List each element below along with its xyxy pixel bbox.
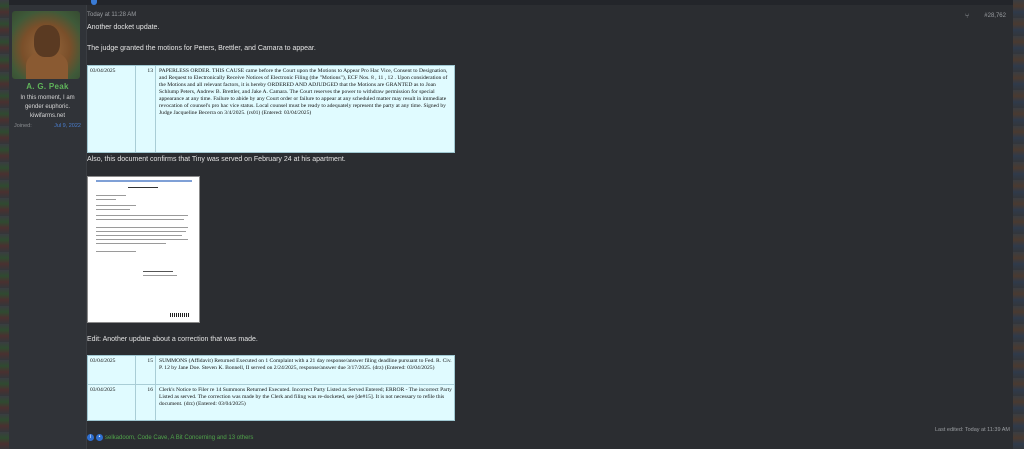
user-avatar[interactable] <box>12 11 80 79</box>
username[interactable]: A. G. Peak <box>9 82 86 91</box>
joined-label: Joined: <box>14 123 32 129</box>
last-edited: Last edited: Today at 11:39 AM <box>934 427 1010 433</box>
docket-number: 13 <box>147 68 153 74</box>
user-sidebar: A. G. Peak In this moment, I am gender e… <box>9 5 87 449</box>
post-body: Today at 11:28 AM ⑂ #28,762 Another dock… <box>86 5 1013 449</box>
docket-date: 03/04/2025 <box>90 68 116 74</box>
user-title: In this moment, I am gender euphoric. ki… <box>20 95 75 119</box>
docket-row: 03/04/2025 16 Clerk's Notice to Filer re… <box>88 384 454 420</box>
docket-text: PAPERLESS ORDER. THIS CAUSE came before … <box>159 68 448 116</box>
post-number[interactable]: #28,762 <box>984 13 1006 19</box>
affidavit-thumbnail[interactable] <box>87 176 200 323</box>
left-page-edge <box>0 0 9 449</box>
like-icon: • <box>96 434 103 441</box>
reactions-list[interactable]: selkadoom, Code Cave, A Bit Concerning a… <box>105 435 253 441</box>
docket-number: 15 <box>147 358 153 364</box>
docket-entry-image[interactable]: 03/04/2025 13 PAPERLESS ORDER. THIS CAUS… <box>87 65 455 153</box>
reactions-bar[interactable]: i • selkadoom, Code Cave, A Bit Concerni… <box>87 434 253 441</box>
post-timestamp[interactable]: Today at 11:28 AM <box>87 12 136 18</box>
share-icon[interactable]: ⑂ <box>965 13 974 20</box>
post-paragraph: Also, this document confirms that Tiny w… <box>87 156 346 163</box>
post-paragraph: The judge granted the motions for Peters… <box>87 45 316 52</box>
post-paragraph: Edit: Another update about a correction … <box>87 336 258 343</box>
docket-entry-image[interactable]: 03/04/2025 15 SUMMONS (Affidavit) Return… <box>87 355 455 421</box>
docket-row: 03/04/2025 15 SUMMONS (Affidavit) Return… <box>88 356 454 384</box>
avatar-figure-head <box>34 25 60 57</box>
docket-text: SUMMONS (Affidavit) Returned Executed on… <box>159 358 452 371</box>
docket-text: Clerk's Notice to Filer re 14 Summons Re… <box>159 387 452 407</box>
docket-number: 16 <box>147 387 153 393</box>
docket-date: 03/04/2025 <box>90 387 116 393</box>
info-icon: i <box>87 434 94 441</box>
docket-row: 03/04/2025 13 PAPERLESS ORDER. THIS CAUS… <box>88 66 454 152</box>
docket-date: 03/04/2025 <box>90 358 116 364</box>
right-page-edge <box>1013 0 1024 449</box>
joined-date: Jul 9, 2022 <box>54 123 81 129</box>
post-paragraph: Another docket update. <box>87 24 160 31</box>
